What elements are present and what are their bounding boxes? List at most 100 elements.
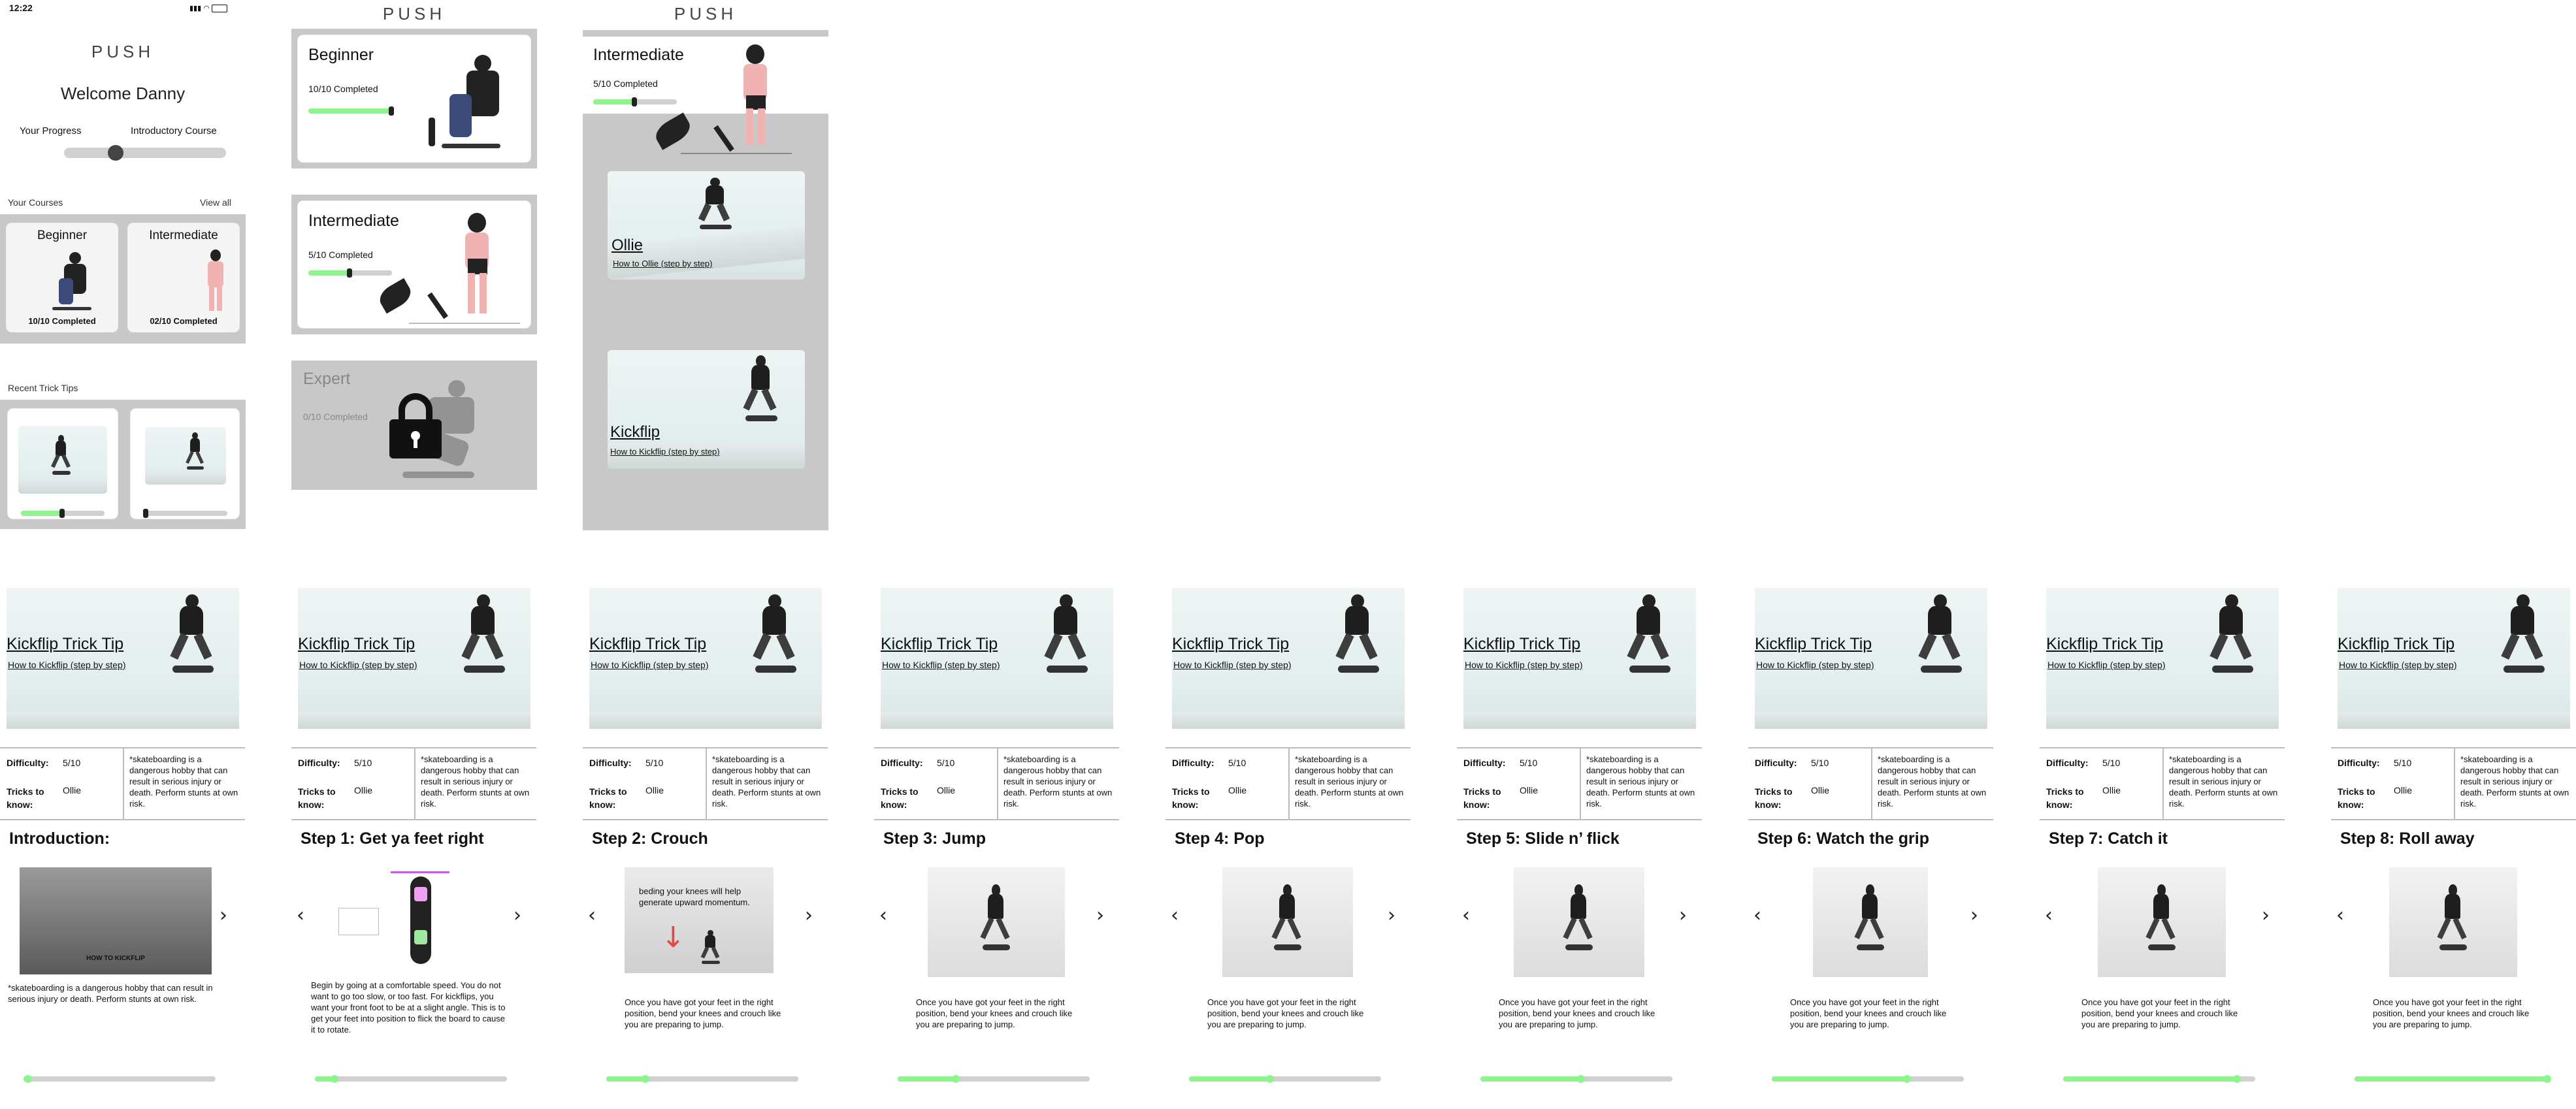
trick-subtitle: How to Kickflip (step by step)	[1465, 660, 1583, 670]
intermediate-screen: PUSH Intermediate 5/10 Completed Ollie H…	[583, 0, 828, 530]
intermediate-illustration	[651, 39, 792, 157]
progress-knob	[1576, 1075, 1585, 1083]
trick-tip-photo	[145, 427, 226, 485]
intermediate-illustration	[370, 213, 520, 324]
disclaimer-text: *skateboarding is a dangerous hobby that…	[1586, 754, 1695, 809]
progress-knob[interactable]	[108, 145, 124, 161]
step-title: Step 4: Pop	[1175, 829, 1265, 848]
chevron-right-icon[interactable]: ›	[1096, 904, 1104, 927]
trick-hero-photo	[298, 588, 530, 729]
step-photo	[928, 867, 1065, 977]
course-card-beginner[interactable]: Beginner 10/10 Completed	[298, 35, 530, 162]
difficulty-value: 5/10	[1520, 758, 1538, 768]
step-body: Once you have got your feet in the right…	[2081, 997, 2238, 1029]
chevron-left-icon[interactable]: ‹	[2045, 904, 2053, 927]
progress-fill	[1772, 1076, 1906, 1082]
disclaimer-text: *skateboarding is a dangerous hobby that…	[421, 754, 530, 809]
trick-title: Kickflip Trick Tip	[1463, 635, 1581, 653]
tricks-to-know-value: Ollie	[1228, 785, 1247, 796]
step-photo	[1813, 867, 1928, 977]
progress-fill	[308, 270, 350, 276]
trick-card-kickflip[interactable]: Kickflip How to Kickflip (step by step)	[608, 350, 805, 469]
difficulty-label: Difficulty:	[1755, 758, 1797, 768]
chevron-left-icon[interactable]: ‹	[2336, 904, 2344, 927]
difficulty-label: Difficulty:	[881, 758, 923, 768]
step-progress	[24, 1075, 216, 1083]
disclaimer-text: *skateboarding is a dangerous hobby that…	[1878, 754, 1987, 809]
chevron-left-icon[interactable]: ‹	[1753, 904, 1761, 927]
trick-subtitle: How to Kickflip (step by step)	[610, 447, 720, 457]
trick-tip-card[interactable]	[8, 409, 118, 519]
step-photo	[1514, 867, 1644, 977]
trick-card-ollie[interactable]: Ollie How to Ollie (step by step)	[608, 171, 805, 280]
progress-knob	[389, 106, 394, 116]
disclaimer-text: *skateboarding is a dangerous hobby that…	[129, 754, 238, 809]
difficulty-value: 5/10	[1811, 758, 1829, 768]
difficulty-label: Difficulty:	[2046, 758, 2089, 768]
tricks-to-know-label: Tricks to know:	[7, 786, 44, 810]
chevron-left-icon[interactable]: ‹	[1171, 904, 1179, 927]
difficulty-label: Difficulty:	[1463, 758, 1506, 768]
course-title: Beginner	[308, 46, 374, 64]
recent-trick-tips-label: Recent Trick Tips	[8, 383, 78, 393]
course-card-intermediate[interactable]: Intermediate 02/10 Completed	[128, 223, 239, 332]
chevron-right-icon[interactable]: ›	[220, 904, 227, 927]
chevron-right-icon[interactable]: ›	[514, 904, 521, 927]
tricks-to-know-value: Ollie	[1811, 785, 1830, 796]
trick-title: Kickflip Trick Tip	[298, 635, 416, 653]
trick-title: Kickflip Trick Tip	[881, 635, 998, 653]
course-title-expert: Expert	[303, 370, 351, 388]
wifi-icon: ◠	[203, 5, 210, 12]
tricks-to-know-value: Ollie	[1520, 785, 1539, 796]
trick-subtitle: How to Kickflip (step by step)	[2047, 660, 2166, 670]
intro-video[interactable]: HOW TO KICKFLIP	[20, 867, 212, 974]
progress-fill	[2063, 1076, 2236, 1082]
step-progress	[606, 1075, 798, 1083]
progress-knob	[24, 1075, 32, 1083]
course-card-beginner[interactable]: Beginner 10/10 Completed	[7, 223, 118, 332]
view-all-link[interactable]: View all	[200, 197, 231, 208]
chevron-left-icon[interactable]: ‹	[297, 904, 304, 927]
trick-tip-step-screen: Kickflip Trick Tip How to Kickflip (step…	[583, 588, 828, 1109]
chevron-right-icon[interactable]: ›	[1388, 904, 1395, 927]
chevron-left-icon[interactable]: ‹	[879, 904, 887, 927]
trick-subtitle: How to Kickflip (step by step)	[882, 660, 1000, 670]
trick-name: Ollie	[611, 236, 644, 254]
course-card-intermediate[interactable]: Intermediate 5/10 Completed	[298, 201, 530, 328]
chevron-right-icon[interactable]: ›	[1679, 904, 1687, 927]
home-progress-slider[interactable]	[64, 145, 226, 161]
tricks-to-know-label: Tricks to know:	[1463, 786, 1501, 810]
trick-title: Kickflip Trick Tip	[1172, 635, 1290, 653]
trick-name: Kickflip	[610, 423, 660, 441]
progress-knob	[952, 1075, 960, 1083]
trick-tip-card[interactable]	[131, 409, 239, 519]
chevron-left-icon[interactable]: ‹	[588, 904, 596, 927]
tricks-to-know-label: Tricks to know:	[881, 786, 919, 810]
chevron-right-icon[interactable]: ›	[2262, 904, 2270, 927]
home-screen: 12:22 ▮▮▮ ◠ PUSH Welcome Danny Your Prog…	[0, 0, 246, 530]
intermediate-illustration	[200, 249, 233, 315]
tricks-to-know-value: Ollie	[2102, 785, 2121, 796]
disclaimer-text: *skateboarding is a dangerous hobby that…	[2460, 754, 2569, 809]
trick-tip-step-screen: Kickflip Trick Tip How to Kickflip (step…	[291, 588, 536, 1109]
tricks-to-know-label: Tricks to know:	[2046, 786, 2084, 810]
chevron-right-icon[interactable]: ›	[805, 904, 813, 927]
trick-title: Kickflip Trick Tip	[7, 635, 124, 653]
step-body: Begin by going at a comfortable speed. Y…	[311, 980, 506, 1035]
trick-title: Kickflip Trick Tip	[2046, 635, 2164, 653]
chevron-right-icon[interactable]: ›	[1970, 904, 1978, 927]
progress-knob	[59, 509, 65, 518]
progress-knob	[331, 1075, 339, 1083]
trick-tip-step-screen: Kickflip Trick Tip How to Kickflip (step…	[1166, 588, 1410, 1109]
trick-tip-step-screen: Kickflip Trick Tip How to Kickflip (step…	[0, 588, 245, 1109]
chevron-left-icon[interactable]: ‹	[1462, 904, 1470, 927]
step-title: Introduction:	[9, 829, 110, 848]
trick-info-table: Difficulty: 5/10 Tricks to know: Ollie *…	[1457, 747, 1702, 820]
trick-info-table: Difficulty: 5/10 Tricks to know: Ollie *…	[2040, 747, 2285, 820]
course-completed: 5/10 Completed	[593, 78, 658, 89]
step-title: Step 8: Roll away	[2340, 829, 2475, 848]
beginner-illustration	[429, 55, 514, 153]
tricks-to-know-label: Tricks to know:	[298, 786, 336, 810]
progress-knob	[1266, 1075, 1275, 1083]
trick-subtitle: How to Kickflip (step by step)	[1173, 660, 1292, 670]
